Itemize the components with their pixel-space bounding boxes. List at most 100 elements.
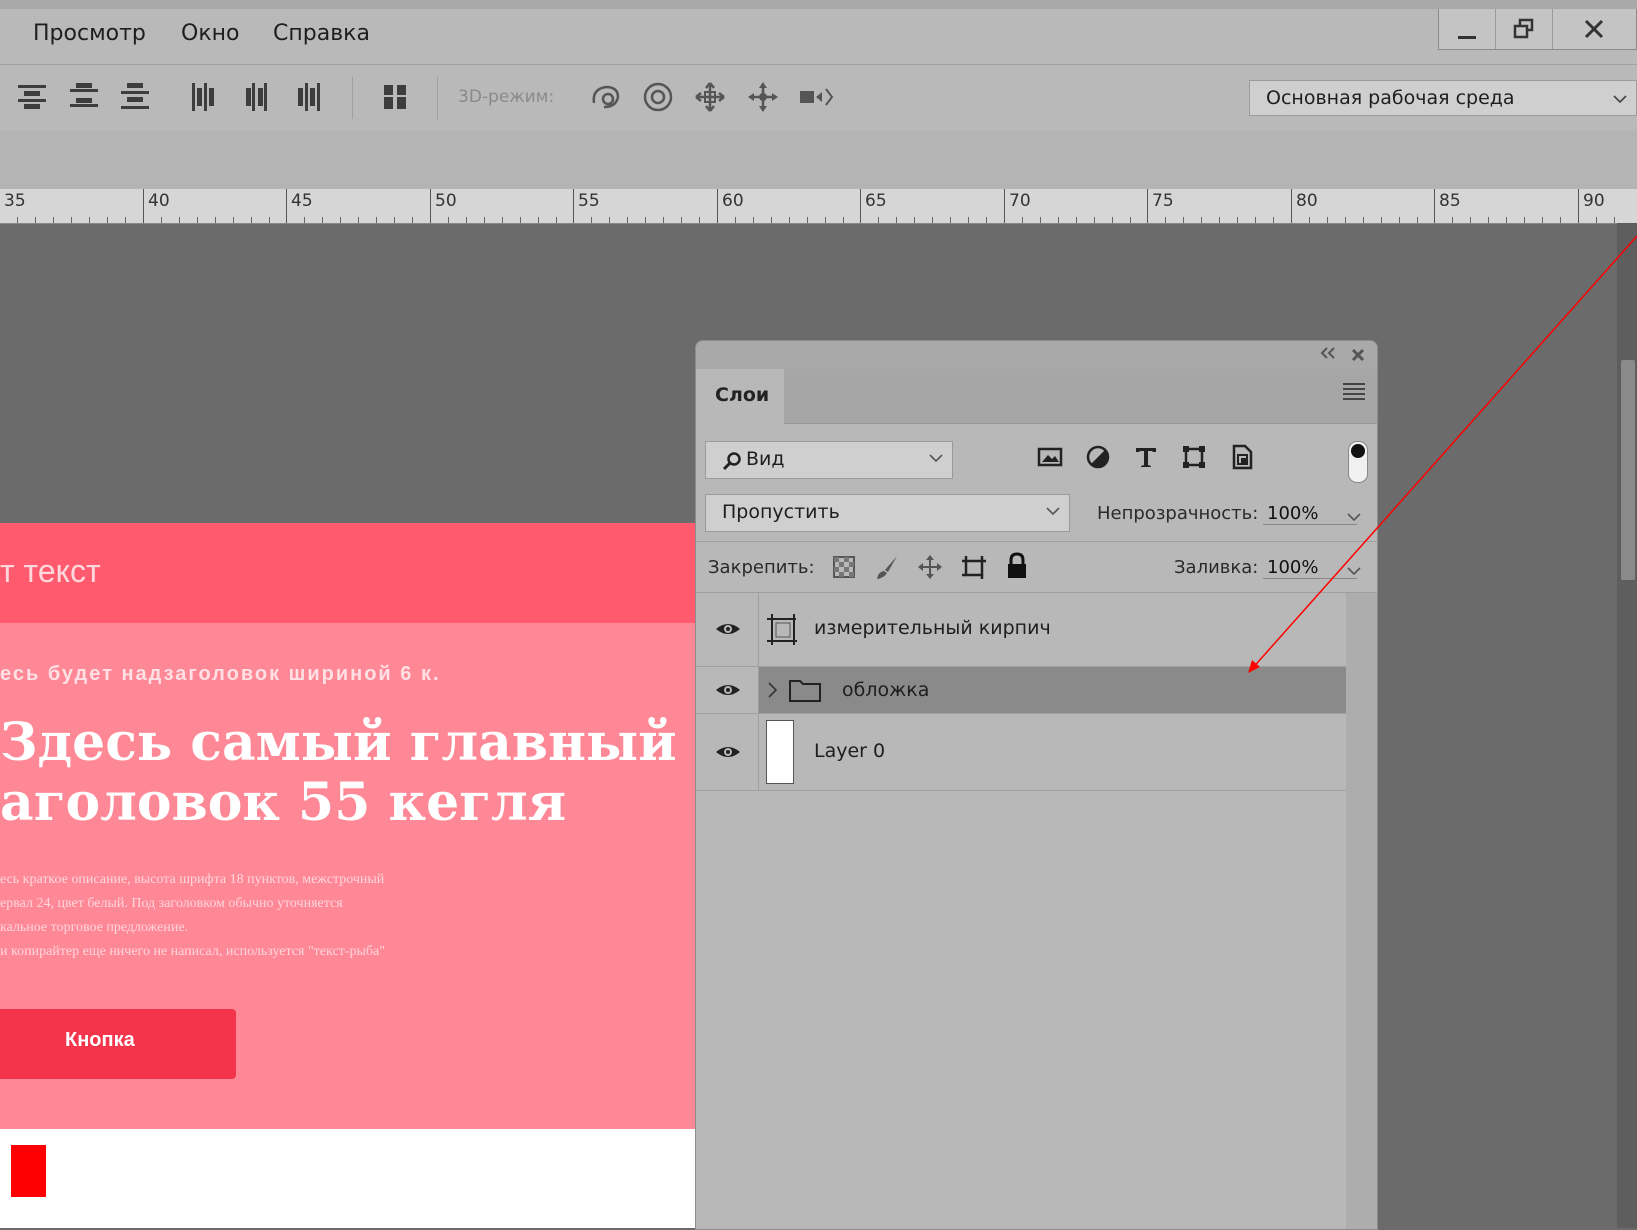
3d-pan-icon[interactable] (692, 79, 728, 115)
ruler-minor-tick (878, 217, 879, 223)
layer-filter-select[interactable]: Вид (705, 441, 953, 479)
layer-row-pixel[interactable]: Layer 0 (696, 714, 1346, 791)
lock-position-move-icon[interactable] (916, 553, 944, 581)
distribute-bottom-icon[interactable] (117, 79, 153, 115)
panel-titlebar[interactable] (696, 341, 1377, 369)
ruler-minor-tick (1470, 217, 1471, 223)
3d-slide-icon[interactable] (745, 79, 781, 115)
ruler-minor-tick (1452, 217, 1453, 223)
type-filter-icon[interactable] (1132, 443, 1160, 471)
ruler-minor-tick (825, 217, 826, 223)
ruler-minor-tick (269, 217, 270, 223)
ruler-major-tick (430, 189, 431, 223)
3d-mode-label: 3D-режим: (458, 87, 555, 107)
lock-pixels-brush-icon[interactable] (873, 553, 901, 581)
blend-mode-value: Пропустить (722, 501, 840, 523)
smart-object-filter-icon[interactable] (1228, 443, 1256, 471)
ruler-minor-tick (1022, 217, 1023, 223)
ruler-minor-tick (394, 217, 395, 223)
ruler-minor-tick (502, 217, 503, 223)
3d-orbit-icon[interactable] (588, 79, 624, 115)
3d-scale-icon[interactable] (798, 79, 834, 115)
doc-title-line2: аголовок 55 кегля (0, 772, 567, 833)
ruler-minor-tick (538, 217, 539, 223)
distribute-hcenter-icon[interactable] (238, 79, 274, 115)
menu-view[interactable]: Просмотр (33, 21, 146, 46)
ruler-minor-tick (520, 217, 521, 223)
fill-input[interactable]: 100% (1263, 557, 1357, 579)
chevron-down-icon[interactable] (1346, 563, 1362, 579)
ruler-minor-tick (1417, 217, 1418, 223)
close-icon[interactable] (1351, 348, 1365, 362)
ruler-major-tick (286, 189, 287, 223)
adjustment-filter-icon[interactable] (1084, 443, 1112, 471)
menu-window[interactable]: Окно (181, 21, 239, 46)
ruler-minor-tick (986, 217, 987, 223)
tab-layers[interactable]: Слои (696, 369, 784, 424)
scrollbar-thumb[interactable] (1621, 360, 1635, 580)
ruler-minor-tick (1058, 217, 1059, 223)
distribute-vcenter-icon[interactable] (66, 79, 102, 115)
ruler-minor-tick (789, 217, 790, 223)
distribute-top-icon[interactable] (14, 79, 50, 115)
layer-filter-label: Вид (746, 448, 785, 470)
layer-name: измерительный кирпич (814, 617, 1051, 639)
ruler-minor-tick (35, 217, 36, 223)
blend-mode-select[interactable]: Пропустить (705, 494, 1070, 532)
layer-name: обложка (842, 679, 930, 701)
doc-cta-label: Кнопка (65, 1029, 135, 1051)
opacity-input[interactable]: 100% (1263, 503, 1357, 525)
restore-icon[interactable] (1496, 9, 1553, 49)
visibility-toggle[interactable] (696, 714, 759, 790)
panel-tab-row: Слои (696, 369, 1377, 424)
ruler-label: 80 (1296, 191, 1318, 211)
chevron-down-icon[interactable] (1346, 509, 1362, 525)
ruler-label: 55 (578, 191, 600, 211)
ruler-label: 70 (1009, 191, 1031, 211)
pixel-filter-icon[interactable] (1036, 443, 1064, 471)
window-controls (1438, 9, 1637, 50)
minimize-icon[interactable] (1439, 9, 1496, 49)
lock-label: Закрепить: (708, 557, 815, 578)
doc-desc-line: и копирайтер еще ничего не написал, испо… (0, 944, 385, 959)
ruler-minor-tick (466, 217, 467, 223)
lock-all-icon[interactable] (1003, 551, 1031, 581)
menu-help[interactable]: Справка (273, 21, 370, 46)
visibility-toggle[interactable] (696, 667, 759, 713)
ruler-minor-tick (556, 217, 557, 223)
distribute-right-icon[interactable] (290, 79, 326, 115)
visibility-toggle[interactable] (696, 593, 759, 666)
ruler-minor-tick (1399, 217, 1400, 223)
doc-header-band (0, 523, 695, 623)
layer-row-artboard[interactable]: измерительный кирпич (696, 593, 1346, 667)
filter-toggle-switch[interactable] (1348, 441, 1368, 483)
lock-transparency-icon[interactable] (830, 553, 858, 581)
lock-artboard-icon[interactable] (960, 553, 988, 581)
layers-scrollbar[interactable] (1346, 593, 1377, 1229)
layer-row-group[interactable]: обложка (696, 667, 1346, 714)
ruler-label: 35 (4, 191, 26, 211)
doc-title: Здесь самый главный аголовок 55 кегля (0, 713, 677, 833)
ruler-label: 50 (435, 191, 457, 211)
ruler-minor-tick (358, 217, 359, 223)
workspace-select[interactable]: Основная рабочая среда (1249, 80, 1637, 116)
close-icon[interactable] (1553, 9, 1635, 49)
ruler-minor-tick (968, 217, 969, 223)
collapse-icon[interactable] (1319, 345, 1337, 361)
ruler-minor-tick (1094, 217, 1095, 223)
auto-align-icon[interactable] (378, 79, 414, 115)
panel-menu-icon[interactable] (1343, 383, 1365, 403)
distribute-left-icon[interactable] (186, 79, 222, 115)
chevron-right-icon[interactable] (766, 681, 780, 699)
document-canvas[interactable]: т текст есь будет надзаголовок шириной 6… (0, 523, 695, 1228)
ruler-minor-tick (215, 217, 216, 223)
3d-roll-icon[interactable] (640, 79, 676, 115)
ruler-minor-tick (1165, 217, 1166, 223)
shape-filter-icon[interactable] (1180, 443, 1208, 471)
ruler-minor-tick (1363, 217, 1364, 223)
doc-white-section (0, 1129, 695, 1228)
ruler-minor-tick (17, 217, 18, 223)
options-bar: 3D-режим: Основная рабочая среда (0, 64, 1637, 132)
tab-layers-label: Слои (715, 384, 770, 406)
ruler-minor-tick (1183, 217, 1184, 223)
